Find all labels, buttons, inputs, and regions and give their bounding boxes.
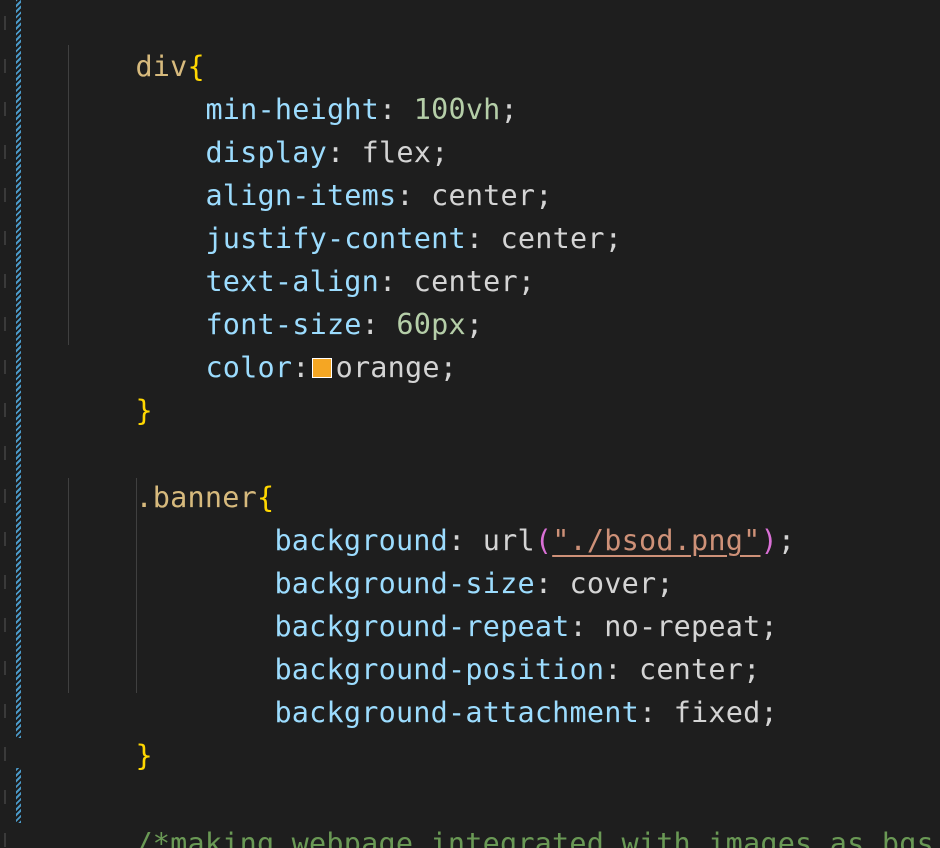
code-line[interactable]: display: flex; <box>136 88 448 169</box>
line-number-gutter <box>0 0 12 848</box>
code-line[interactable]: background-size: cover; <box>205 519 674 600</box>
git-change-indicator <box>16 0 21 738</box>
gutter-mark <box>0 618 6 632</box>
gutter-mark <box>0 16 6 30</box>
color-swatch-icon[interactable] <box>311 358 332 378</box>
gutter-mark <box>0 747 6 761</box>
close-brace: } <box>135 394 153 427</box>
git-change-indicator-comment <box>16 768 21 823</box>
code-line[interactable]: text-align: center; <box>136 217 535 298</box>
gutter-mark <box>0 704 6 718</box>
code-editor[interactable]: div{ min-height: 100vh; display: flex; a… <box>0 0 940 848</box>
css-property: color <box>205 351 293 384</box>
code-line[interactable]: background: url("./bsod.png"); <box>205 476 795 557</box>
code-line[interactable]: justify-content: center; <box>136 174 622 255</box>
gutter-mark <box>0 317 6 331</box>
gutter-mark <box>0 532 6 546</box>
gutter-mark <box>0 661 6 675</box>
gutter-mark <box>0 274 6 288</box>
code-line[interactable]: .banner{ <box>66 433 274 514</box>
code-line[interactable]: div{ <box>66 2 205 83</box>
gutter-mark <box>0 833 6 847</box>
close-brace: } <box>135 739 153 772</box>
gutter-mark <box>0 403 6 417</box>
gutter-mark <box>0 145 6 159</box>
code-line[interactable]: color: orange; <box>136 303 457 384</box>
code-line[interactable]: background-attachment: fixed; <box>205 648 778 729</box>
code-line[interactable]: background-repeat: no-repeat; <box>205 562 778 643</box>
code-line[interactable]: min-height: 100vh; <box>136 45 518 126</box>
code-line[interactable]: } <box>66 691 153 772</box>
css-unit: vh <box>465 93 501 126</box>
code-line[interactable]: align-items: center; <box>136 131 553 212</box>
gutter-mark <box>0 188 6 202</box>
gutter-mark <box>0 575 6 589</box>
gutter-mark <box>0 231 6 245</box>
gutter-mark <box>0 790 6 804</box>
code-comment: /*making webpage integrated with images … <box>135 827 940 848</box>
gutter-mark <box>0 102 6 116</box>
code-line[interactable]: font-size: 60px; <box>136 260 483 341</box>
gutter-mark <box>0 446 6 460</box>
code-line[interactable]: background-position: center; <box>205 605 760 686</box>
code-line[interactable]: } <box>66 346 153 427</box>
gutter-mark <box>0 489 6 503</box>
code-line[interactable]: /*making webpage integrated with images … <box>66 779 940 848</box>
css-value: fixed <box>673 696 761 729</box>
gutter-mark <box>0 59 6 73</box>
css-property: background-attachment <box>274 696 639 729</box>
css-value: orange <box>335 351 440 384</box>
gutter-mark <box>0 360 6 374</box>
